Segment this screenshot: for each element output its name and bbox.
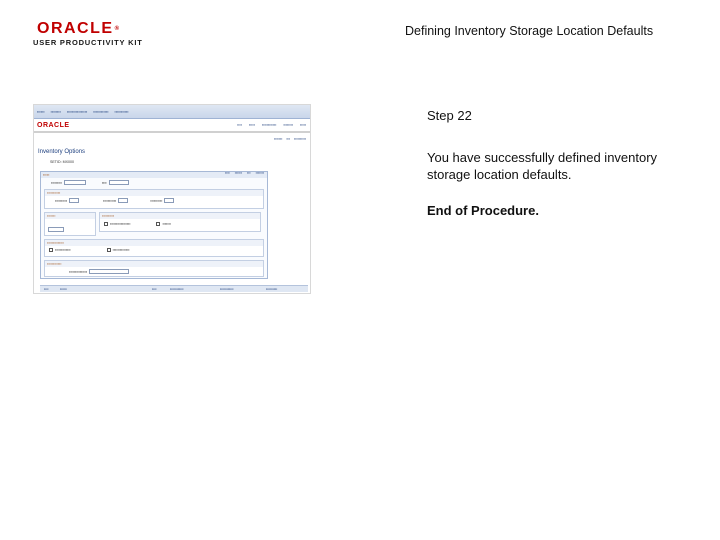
screenshot-find-row: ▪▪▪▪ ▪▪▪▪▪▪ ▪▪▪ ▪▪▪▪▪▪▪ <box>224 171 264 175</box>
oracle-logo-text: ORACLE <box>37 20 114 37</box>
screenshot-oracle-logo: ORACLE <box>37 122 70 129</box>
screenshot-conversion-section: ▪▪▪▪▪▪▪▪▪▪▪▪ ▪▪▪▪▪▪▪▪▪▪▪▪▪▪▪ <box>44 260 264 277</box>
document-title: Defining Inventory Storage Location Defa… <box>405 24 654 38</box>
screenshot-top-menu: ▪▪▪▪ ▪▪▪▪▪ ▪▪▪▪▪▪▪▪▪▪▪▪ ▪▪▪▪▪▪▪▪ ▪▪▪▪▪ <box>237 123 306 127</box>
screenshot-row-effdate: ▪▪▪▪▪▪▪▪▪ ▪▪▪▪ <box>51 180 129 185</box>
application-screenshot: ▪▪▪▪▪▪ ▪▪▪▪▪▪▪▪ ▪▪▪▪▪▪▪▪▪▪▪▪▪▪▪▪ ▪▪▪▪▪▪▪▪▪▪… <box>33 104 311 294</box>
screenshot-util-links: ▪▪▪▪▪▪▪ ▪▪▪ ▪▪▪▪▪▪▪▪▪▪ <box>273 137 306 141</box>
screenshot-button-bar: ▪▪▪▪ ▪▪▪▪▪▪ ▪▪▪▪ ▪▪▪▪▪▪▪▪▪▪▪▪ ▪▪▪▪▪▪▪▪▪▪▪▪… <box>40 285 308 292</box>
screenshot-level-section: ▪▪▪▪▪▪▪ <box>44 212 96 236</box>
screenshot-brand-bar: ORACLE ▪▪▪▪ ▪▪▪▪▪ ▪▪▪▪▪▪▪▪▪▪▪▪ ▪▪▪▪▪▪▪▪ ▪▪▪▪… <box>34 119 310 133</box>
upk-logo-subtitle: USER PRODUCTIVITY KIT <box>33 38 143 47</box>
step-number: Step 22 <box>427 108 472 123</box>
screenshot-storage-uom-section: ▪▪▪▪▪▪▪▪▪▪▪ ▪▪▪▪▪▪▪▪▪▪ ▪▪▪▪▪▪▪▪▪▪▪ ▪▪▪▪▪… <box>44 189 264 209</box>
screenshot-capacity-section: ▪▪▪▪▪▪▪▪▪▪▪▪▪▪ ▪▪▪▪▪▪▪▪▪▪▪▪▪ ▪▪▪▪▪▪▪▪▪▪▪… <box>44 239 264 257</box>
screenshot-options-panel: ▪▪▪▪▪ ▪▪▪▪▪▪▪▪▪ ▪▪▪▪ ▪▪▪▪▪▪▪▪▪▪▪ ▪▪▪▪▪▪▪… <box>40 171 268 279</box>
step-description: You have successfully defined inventory … <box>427 150 658 182</box>
screenshot-setid: SETID: MX000 <box>50 160 74 164</box>
screenshot-breadcrumb-bar: ▪▪▪▪▪▪ ▪▪▪▪▪▪▪▪ ▪▪▪▪▪▪▪▪▪▪▪▪▪▪▪▪ ▪▪▪▪▪▪▪▪▪▪… <box>34 105 310 119</box>
oracle-logo: ORACLE ® <box>37 20 121 37</box>
screenshot-page-title: Inventory Options <box>38 149 86 155</box>
screenshot-accounting-section: ▪▪▪▪▪▪▪▪▪▪ ▪▪▪▪▪▪▪▪▪▪▪▪▪▪▪▪▪ ▪▪▪▪▪▪▪ <box>99 212 261 232</box>
end-of-procedure: End of Procedure. <box>427 203 539 218</box>
